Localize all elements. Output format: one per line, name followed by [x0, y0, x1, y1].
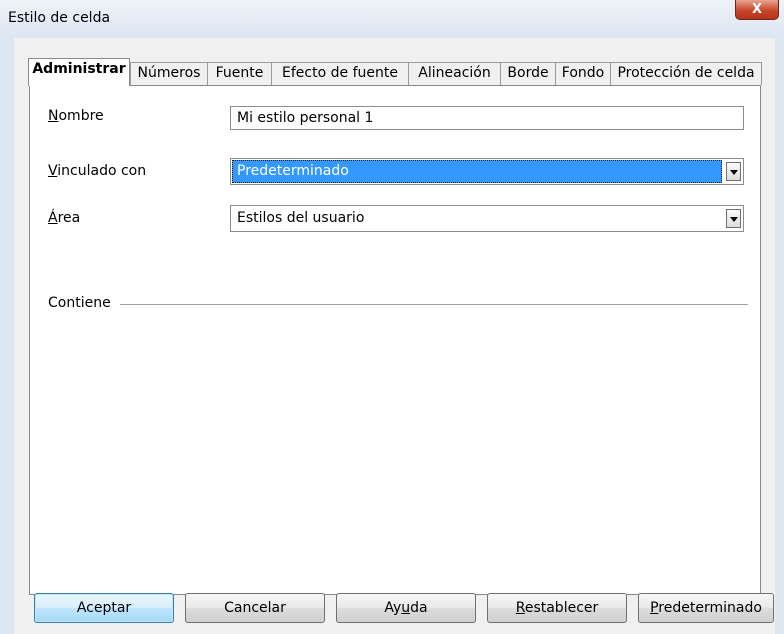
tab-label: Números [137, 65, 201, 81]
tab-numeros[interactable]: Números [130, 62, 208, 85]
area-dropdown[interactable]: Estilos del usuario [230, 205, 744, 232]
help-button[interactable]: Ayuda [336, 593, 476, 623]
chevron-down-icon[interactable] [726, 162, 741, 181]
tab-label: Alineación [418, 65, 491, 81]
tab-panel-administrar: Nombre Vinculado con Predeterminado Área… [29, 85, 761, 595]
tab-borde[interactable]: Borde [500, 62, 556, 85]
tab-proteccion-de-celda[interactable]: Protección de celda [610, 62, 762, 85]
window-frame-left [0, 38, 14, 634]
tab-label: Fuente [215, 65, 264, 81]
dialog-body: Administrar Números Fuente Efecto de fue… [14, 38, 775, 634]
close-icon: X [751, 2, 763, 17]
area-value: Estilos del usuario [237, 210, 365, 226]
window-title: Estilo de celda [8, 10, 111, 26]
tab-fondo[interactable]: Fondo [555, 62, 611, 85]
tab-label: Administrar [32, 61, 126, 77]
close-button[interactable]: X [735, 0, 779, 20]
title-bar: Estilo de celda X [0, 0, 784, 38]
tab-alineacion[interactable]: Alineación [408, 62, 501, 85]
area-label: Área [48, 210, 81, 226]
linked-label: Vinculado con [48, 163, 147, 179]
name-field[interactable] [230, 106, 744, 130]
ok-button[interactable]: Aceptar [34, 593, 174, 623]
name-label: Nombre [48, 108, 104, 124]
tab-efecto-de-fuente[interactable]: Efecto de fuente [271, 62, 409, 85]
linked-value: Predeterminado [232, 160, 722, 183]
tab-fuente[interactable]: Fuente [207, 62, 272, 85]
default-button[interactable]: Predeterminado [638, 593, 774, 623]
tab-label: Efecto de fuente [282, 65, 398, 81]
chevron-down-icon[interactable] [726, 209, 741, 228]
tab-label: Fondo [561, 65, 605, 81]
contains-label: Contiene [48, 295, 111, 311]
tab-administrar[interactable]: Administrar [28, 58, 130, 86]
reset-button[interactable]: Restablecer [487, 593, 627, 623]
linked-dropdown[interactable]: Predeterminado [230, 158, 744, 185]
tab-label: Borde [507, 65, 549, 81]
contains-separator [120, 304, 748, 305]
cancel-button[interactable]: Cancelar [185, 593, 325, 623]
tab-label: Protección de celda [617, 65, 755, 81]
window-frame-right [775, 38, 784, 634]
